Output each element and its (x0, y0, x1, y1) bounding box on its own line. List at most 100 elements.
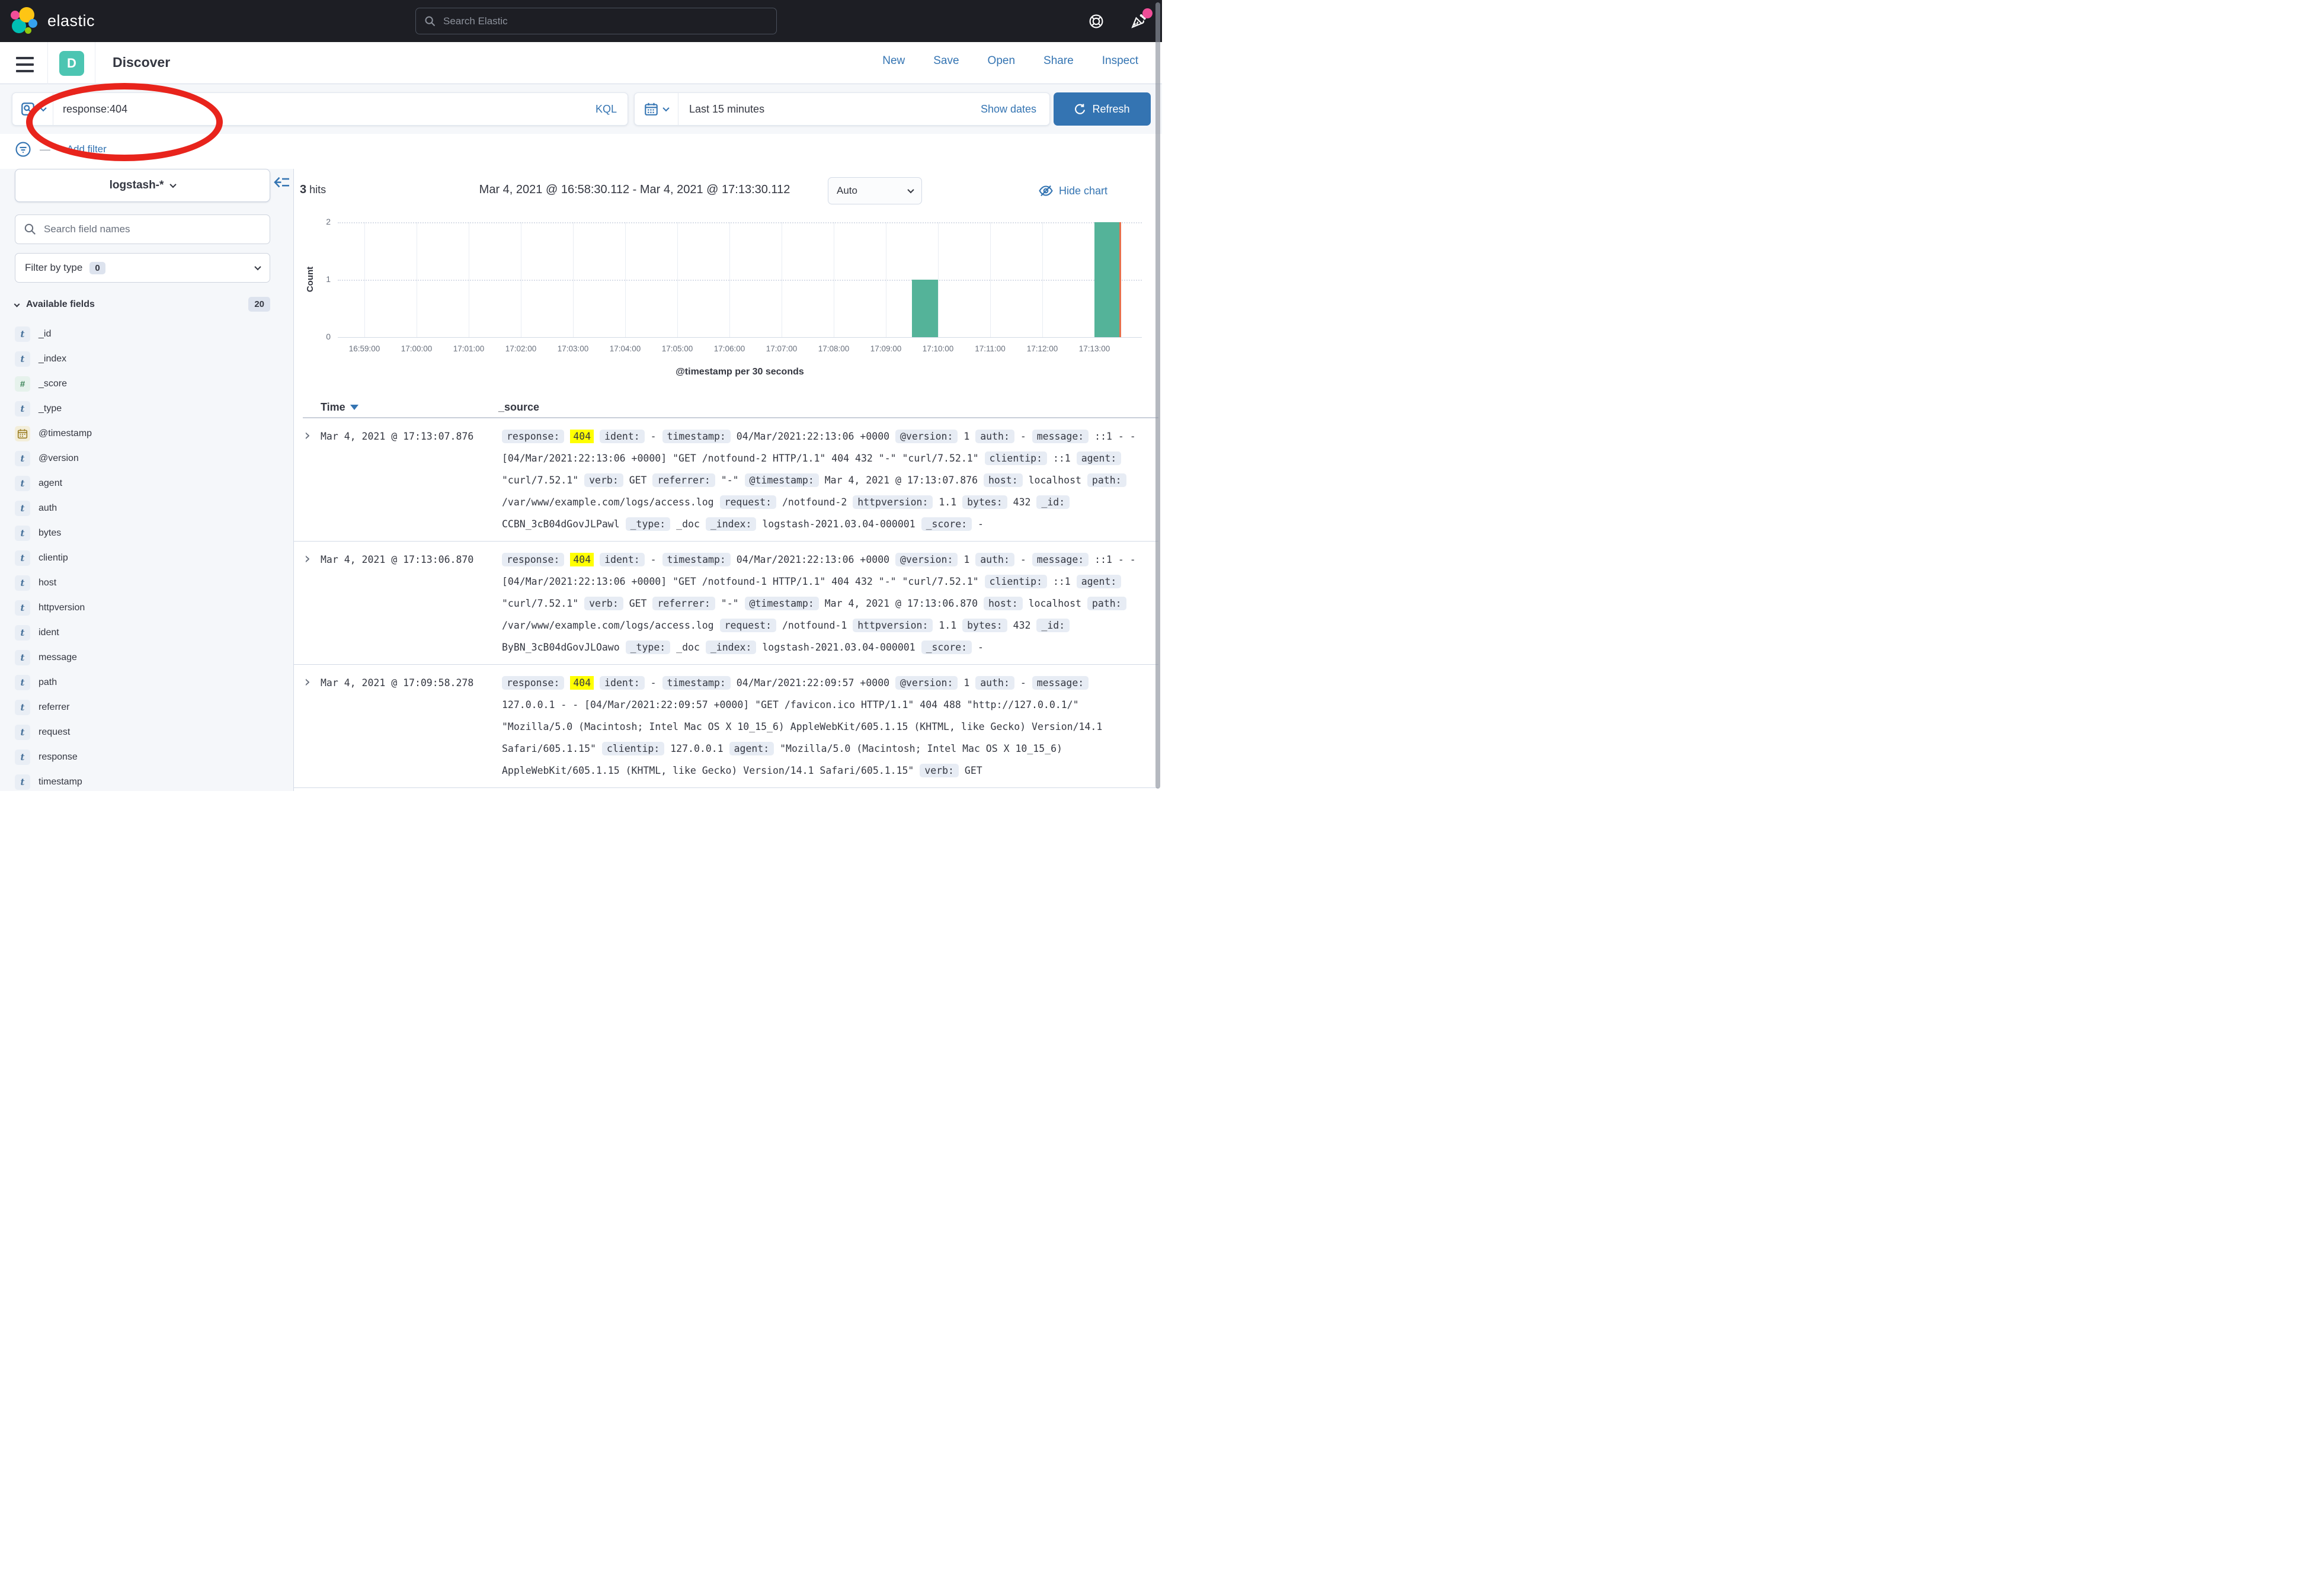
field-item-httpversion[interactable]: thttpversion (15, 595, 279, 620)
doc-field-badge: response: (502, 553, 564, 566)
field-item-timestamp[interactable]: @timestamp (15, 421, 279, 446)
doc-field-value: ::1 (1053, 453, 1071, 464)
help-icon[interactable] (1089, 14, 1104, 29)
available-fields-count-badge: 20 (248, 297, 270, 312)
x-tick-label: 17:09:00 (859, 344, 913, 353)
field-item-id[interactable]: t_id (15, 322, 279, 347)
field-item-auth[interactable]: tauth (15, 496, 279, 521)
field-item-host[interactable]: thost (15, 571, 279, 595)
doc-field-value: 1 (963, 431, 969, 442)
field-item-score[interactable]: #_score (15, 372, 279, 396)
row-time: Mar 4, 2021 @ 17:13:07.876 (321, 425, 502, 535)
doc-field-badge: @timestamp: (745, 473, 819, 487)
newsfeed-icon[interactable] (1130, 13, 1147, 30)
doc-field-badge: timestamp: (662, 430, 731, 443)
index-pattern-selector[interactable]: logstash-* (15, 169, 270, 202)
hide-chart-button[interactable]: Hide chart (1039, 184, 1107, 198)
global-search-input[interactable]: Search Elastic (415, 8, 777, 34)
time-range-value[interactable]: Last 15 minutes (689, 103, 981, 116)
refresh-button[interactable]: Refresh (1054, 92, 1151, 126)
saved-query-icon[interactable] (21, 102, 35, 116)
discover-app-icon[interactable]: D (59, 51, 84, 76)
action-inspect[interactable]: Inspect (1102, 55, 1138, 68)
fields-sidebar: logstash-* Search field names Filter by … (0, 169, 293, 791)
field-item-referrer[interactable]: treferrer (15, 695, 279, 720)
histogram-bar[interactable] (1094, 222, 1121, 337)
field-name: message (39, 652, 77, 663)
doc-field-value: 04/Mar/2021:22:13:06 +0000 (737, 431, 889, 442)
filter-icon[interactable] (15, 141, 31, 158)
field-item-index[interactable]: t_index (15, 347, 279, 372)
search-field-names-input[interactable]: Search field names (15, 214, 270, 244)
field-name: _type (39, 403, 62, 414)
doc-field-badge: @version: (895, 430, 958, 443)
filter-by-type-select[interactable]: Filter by type 0 (15, 253, 270, 283)
doc-field-badge: timestamp: (662, 676, 731, 690)
expand-row-icon[interactable]: › (294, 425, 321, 535)
doc-field-badge: ident: (600, 553, 645, 566)
field-item-bytes[interactable]: tbytes (15, 521, 279, 546)
histogram-bar[interactable] (912, 280, 938, 337)
doc-field-badge: path: (1087, 473, 1126, 487)
row-source: response: 404 ident: - timestamp: 04/Mar… (502, 549, 1158, 658)
field-type-icon: t (15, 550, 30, 566)
interval-select[interactable]: Auto (828, 177, 922, 204)
action-save[interactable]: Save (933, 55, 959, 68)
search-icon (24, 223, 37, 236)
field-list: t_idt_index#_scoret_type@timestampt@vers… (15, 322, 279, 791)
date-picker-chevron-icon[interactable] (662, 105, 669, 111)
field-item-request[interactable]: trequest (15, 720, 279, 745)
doc-field-value: /notfound-2 (782, 497, 847, 508)
field-item-version[interactable]: t@version (15, 446, 279, 471)
query-text[interactable]: response:404 (63, 103, 596, 116)
field-type-icon: t (15, 401, 30, 417)
source-column-header: _source (498, 401, 539, 414)
doc-field-badge: ident: (600, 676, 645, 690)
highlighted-value: 404 (570, 553, 594, 566)
field-name: response (39, 752, 78, 763)
doc-field-badge: message: (1032, 553, 1089, 566)
action-new[interactable]: New (882, 55, 905, 68)
menu-icon[interactable] (16, 57, 34, 72)
time-column-header[interactable]: Time (303, 401, 498, 414)
doc-field-badge: @version: (895, 676, 958, 690)
field-name: @version (39, 453, 79, 464)
elastic-brand[interactable]: elastic (9, 6, 95, 36)
field-item-path[interactable]: tpath (15, 670, 279, 695)
expand-row-icon[interactable]: › (294, 672, 321, 782)
field-type-icon: t (15, 526, 30, 541)
collapse-sidebar-icon[interactable] (273, 174, 291, 191)
doc-field-value: - (1020, 677, 1026, 688)
doc-field-value: /var/www/example.com/logs/access.log (502, 497, 714, 508)
sort-desc-icon (350, 405, 358, 410)
add-filter-link[interactable]: + Add filter (59, 143, 107, 155)
query-language-button[interactable]: KQL (596, 103, 617, 116)
highlighted-value: 404 (570, 676, 594, 690)
field-item-response[interactable]: tresponse (15, 745, 279, 770)
field-type-icon: t (15, 725, 30, 740)
field-type-icon: t (15, 774, 30, 790)
action-share[interactable]: Share (1043, 55, 1074, 68)
page-scrollbar[interactable] (1155, 2, 1160, 789)
show-dates-link[interactable]: Show dates (981, 103, 1036, 116)
doc-field-badge: httpversion: (853, 619, 933, 632)
query-input[interactable]: response:404 KQL (12, 92, 628, 126)
doc-field-badge: bytes: (962, 495, 1007, 509)
field-item-agent[interactable]: tagent (15, 471, 279, 496)
action-open[interactable]: Open (988, 55, 1015, 68)
field-item-clientip[interactable]: tclientip (15, 546, 279, 571)
field-item-type[interactable]: t _type (15, 396, 279, 421)
calendar-icon[interactable] (644, 102, 658, 116)
search-field-placeholder: Search field names (44, 223, 130, 235)
available-fields-header[interactable]: Available fields 20 (15, 297, 270, 312)
expand-row-icon[interactable]: › (294, 549, 321, 658)
doc-field-badge: ident: (600, 430, 645, 443)
histogram-chart[interactable]: 16:59:0017:00:0017:01:0017:02:0017:03:00… (294, 169, 1162, 382)
field-item-timestamp[interactable]: ttimestamp (15, 770, 279, 791)
x-tick-label: 17:01:00 (442, 344, 495, 353)
doc-field-value: 1 (963, 677, 969, 688)
saved-query-chevron-icon[interactable] (40, 105, 46, 111)
field-item-message[interactable]: tmessage (15, 645, 279, 670)
field-item-ident[interactable]: tident (15, 620, 279, 645)
doc-field-value: 432 (1013, 620, 1031, 631)
